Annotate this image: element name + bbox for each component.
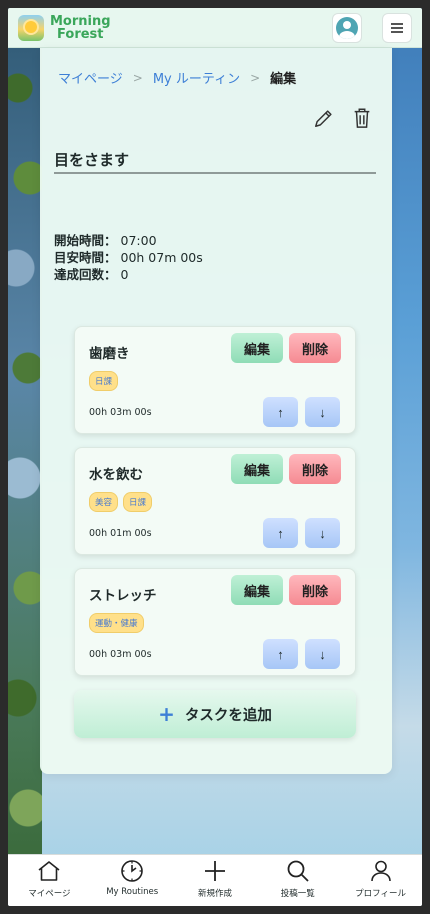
move-up-button[interactable]: ↑	[263, 639, 298, 669]
logo-icon	[18, 14, 44, 41]
task-tags: 美容 日課	[89, 492, 153, 512]
task-duration: 00h 03m 00s	[89, 649, 152, 660]
nav-label: My Routines	[106, 887, 159, 897]
task-tags: 日課	[89, 371, 119, 391]
move-down-button[interactable]: ↓	[305, 639, 340, 669]
move-up-button[interactable]: ↑	[263, 518, 298, 548]
routine-edit-card: マイページ > My ルーティン > 編集 目をさます 開始時間： 07:00 …	[40, 48, 392, 774]
brand-line1: Morning	[50, 13, 111, 29]
nav-post-list[interactable]: 投稿一覧	[258, 855, 338, 899]
nav-my-routines[interactable]: My Routines	[92, 855, 172, 897]
breadcrumb-separator: >	[250, 70, 261, 85]
move-down-button[interactable]: ↓	[305, 397, 340, 427]
account-button[interactable]	[332, 12, 362, 43]
nav-label: 新規作成	[197, 889, 232, 899]
task-tag: 日課	[89, 371, 119, 391]
task-name: 歯磨き	[89, 346, 130, 362]
app-header: Morning Forest	[8, 8, 422, 48]
breadcrumb-my-routine[interactable]: My ルーティン	[153, 68, 240, 87]
move-up-button[interactable]: ↑	[263, 397, 298, 427]
task-tags: 運動・健康	[89, 613, 144, 633]
nav-label: 投稿一覧	[280, 889, 315, 899]
breadcrumb: マイページ > My ルーティン > 編集	[58, 68, 297, 88]
pencil-icon	[315, 110, 332, 127]
user-icon	[370, 860, 391, 882]
stat-start-time: 開始時間： 07:00	[54, 232, 203, 249]
delete-routine-button[interactable]	[350, 106, 374, 130]
task-name: 水を飲む	[89, 467, 143, 483]
routine-title-input[interactable]	[54, 146, 376, 174]
task-tag: 運動・健康	[89, 613, 144, 633]
task-duration: 00h 03m 00s	[89, 407, 152, 418]
nav-label: マイページ	[28, 889, 71, 899]
clock-icon	[121, 860, 143, 882]
stat-label: 目安時間：	[54, 250, 117, 265]
task-tag: 日課	[123, 492, 153, 512]
edit-routine-button[interactable]	[312, 106, 336, 130]
hamburger-icon	[391, 22, 403, 33]
stat-label: 達成回数：	[54, 267, 117, 282]
task-card: 歯磨き 編集 削除 日課 00h 03m 00s ↑ ↓	[74, 326, 356, 434]
breadcrumb-mypage[interactable]: マイページ	[58, 68, 123, 87]
move-down-button[interactable]: ↓	[305, 518, 340, 548]
task-card: 水を飲む 編集 削除 美容 日課 00h 01m 00s ↑ ↓	[74, 447, 356, 555]
nav-mypage[interactable]: マイページ	[9, 855, 89, 899]
nav-profile[interactable]: プロフィール	[341, 855, 421, 899]
stat-label: 開始時間：	[54, 233, 117, 248]
avatar-icon	[336, 16, 358, 39]
stat-value: 07:00	[120, 233, 157, 248]
stat-estimated-time: 目安時間： 00h 07m 00s	[54, 249, 203, 266]
task-delete-button[interactable]: 削除	[289, 454, 341, 484]
task-edit-button[interactable]: 編集	[231, 333, 283, 363]
bottom-navigation: マイページ My Routines 新規作成 投稿一覧 プロフィール	[8, 854, 422, 906]
breadcrumb-separator: >	[132, 70, 143, 85]
plus-icon: +	[158, 702, 175, 726]
nav-create-new[interactable]: 新規作成	[175, 855, 255, 899]
task-tag: 美容	[89, 492, 119, 512]
breadcrumb-current: 編集	[270, 72, 297, 87]
routine-actions	[312, 106, 374, 130]
nav-label: プロフィール	[355, 889, 406, 899]
menu-button[interactable]	[382, 12, 412, 43]
stat-value: 0	[120, 267, 129, 282]
task-delete-button[interactable]: 削除	[289, 333, 341, 363]
add-task-label: タスクを追加	[184, 707, 272, 724]
task-name: ストレッチ	[89, 588, 157, 604]
trash-icon	[354, 108, 370, 128]
app-frame: Morning Forest マイページ > My ルーティン > 編集 目をさ…	[8, 8, 422, 906]
task-edit-button[interactable]: 編集	[231, 454, 283, 484]
stat-value: 00h 07m 00s	[120, 250, 203, 265]
plus-icon	[204, 861, 225, 881]
brand-line2: Forest	[57, 26, 104, 42]
task-duration: 00h 01m 00s	[89, 528, 152, 539]
brand-logo[interactable]: Morning Forest	[50, 15, 111, 41]
search-icon	[287, 860, 309, 882]
task-delete-button[interactable]: 削除	[289, 575, 341, 605]
routine-stats: 開始時間： 07:00 目安時間： 00h 07m 00s 達成回数： 0	[54, 232, 203, 283]
home-icon	[38, 861, 60, 881]
background-foliage	[8, 48, 42, 868]
add-task-button[interactable]: + タスクを追加	[74, 690, 356, 738]
task-edit-button[interactable]: 編集	[231, 575, 283, 605]
stat-achievement-count: 達成回数： 0	[54, 266, 203, 283]
task-card: ストレッチ 編集 削除 運動・健康 00h 03m 00s ↑ ↓	[74, 568, 356, 676]
